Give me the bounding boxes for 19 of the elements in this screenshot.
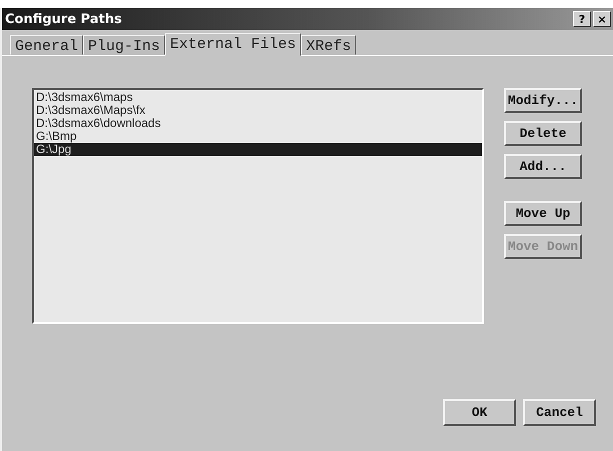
tab[interactable]: XRefs xyxy=(301,35,356,55)
action-button[interactable]: Modify... xyxy=(504,88,582,113)
window-title: Configure Paths xyxy=(5,12,122,26)
tab[interactable]: Plug-Ins xyxy=(83,35,166,55)
ok-button[interactable]: OK xyxy=(443,399,516,426)
help-button[interactable]: ? xyxy=(573,11,591,27)
tab[interactable]: External Files xyxy=(165,33,302,56)
list-item[interactable]: D:\3dsmax6\Maps\fx xyxy=(34,104,482,117)
list-item[interactable]: D:\3dsmax6\downloads xyxy=(34,117,482,130)
path-list[interactable]: D:\3dsmax6\maps D:\3dsmax6\Maps\fx D:\3dsmax6\downloads G:\Bmp G:\Jpg xyxy=(32,88,484,324)
close-button[interactable]: × xyxy=(593,11,611,27)
cancel-button[interactable]: Cancel xyxy=(523,399,596,426)
action-button[interactable]: Delete xyxy=(504,121,582,146)
list-item[interactable]: D:\3dsmax6\maps xyxy=(34,91,482,104)
tab[interactable]: General xyxy=(10,35,84,55)
action-button[interactable]: Add... xyxy=(504,154,582,179)
list-item[interactable]: G:\Jpg xyxy=(34,143,482,156)
action-button[interactable]: Move Up xyxy=(504,201,582,226)
list-item[interactable]: G:\Bmp xyxy=(34,130,482,143)
